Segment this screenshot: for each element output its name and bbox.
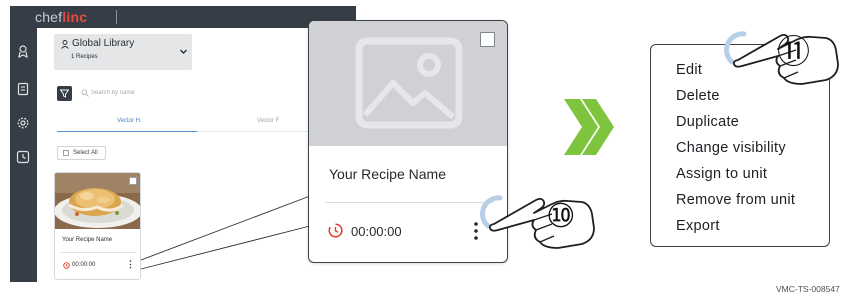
- clock-icon: [63, 262, 70, 269]
- menu-item-delete[interactable]: Delete: [676, 88, 720, 104]
- tab-vector-f[interactable]: Vector F: [257, 118, 279, 124]
- recipe-select-checkbox[interactable]: [129, 177, 137, 185]
- top-bar: cheflinc: [10, 6, 356, 28]
- settings-gear-icon[interactable]: [16, 116, 30, 130]
- recipe-time: 00:00:00: [351, 224, 402, 239]
- logo-prefix: chef: [35, 9, 63, 25]
- image-placeholder: [309, 21, 507, 146]
- search-input[interactable]: [91, 87, 241, 99]
- filter-icon: [60, 89, 69, 98]
- library-icon: [61, 40, 69, 49]
- topbar-divider: [116, 10, 117, 24]
- search-icon: [81, 89, 89, 97]
- select-all-checkbox[interactable]: [63, 150, 69, 156]
- document-code: VMC-TS-008547: [776, 284, 840, 294]
- menu-item-edit[interactable]: Edit: [676, 62, 702, 78]
- recipe-select-checkbox[interactable]: [480, 32, 495, 47]
- filter-button[interactable]: [57, 86, 72, 101]
- logo-brand: linc: [62, 9, 88, 25]
- step-11-pointer: ⑪: [722, 22, 842, 92]
- tab-divider: [197, 131, 317, 132]
- user-badge-icon[interactable]: [16, 44, 30, 58]
- menu-item-assign-to-unit[interactable]: Assign to unit: [676, 166, 767, 182]
- select-all-label: Select All: [73, 150, 98, 156]
- recipe-name: Your Recipe Name: [62, 237, 113, 243]
- history-icon[interactable]: [16, 150, 30, 164]
- card-divider: [60, 252, 137, 253]
- menu-item-duplicate[interactable]: Duplicate: [676, 114, 739, 130]
- step-11-number: ⑪: [777, 33, 810, 70]
- app-logo[interactable]: cheflinc: [35, 9, 87, 25]
- recipe-card[interactable]: Your Recipe Name 00:00:00 ⋮: [54, 172, 141, 280]
- image-placeholder-icon: [355, 37, 463, 129]
- library-selector[interactable]: Global Library 1 Recipes: [54, 34, 192, 70]
- step-10-number: ⑩: [546, 197, 576, 234]
- chevron-down-icon: [180, 49, 187, 54]
- recipe-time: 00:00:00: [72, 262, 96, 268]
- sidebar: [10, 28, 37, 282]
- recipe-name: Your Recipe Name: [329, 166, 446, 182]
- document-icon[interactable]: [16, 82, 30, 96]
- active-tab-indicator: [57, 131, 197, 132]
- double-chevron-right-icon: [564, 99, 614, 155]
- pointing-hand-icon: [480, 195, 595, 249]
- library-title: Global Library: [72, 38, 135, 49]
- tab-vector-h[interactable]: Vector H.: [117, 118, 142, 124]
- card-divider: [325, 202, 493, 203]
- step-10-pointer: ⑩: [478, 186, 598, 256]
- menu-item-export[interactable]: Export: [676, 218, 720, 234]
- menu-item-change-visibility[interactable]: Change visibility: [676, 140, 786, 156]
- library-recipe-count: 1 Recipes: [71, 54, 98, 60]
- app-screenshot: cheflinc Global Library 1 Recipes Vector…: [10, 6, 356, 282]
- menu-item-remove-from-unit[interactable]: Remove from unit: [676, 192, 795, 208]
- clock-icon: [328, 223, 343, 238]
- select-all-button[interactable]: Select All: [57, 146, 106, 160]
- kebab-menu-button[interactable]: ⋮: [126, 259, 135, 270]
